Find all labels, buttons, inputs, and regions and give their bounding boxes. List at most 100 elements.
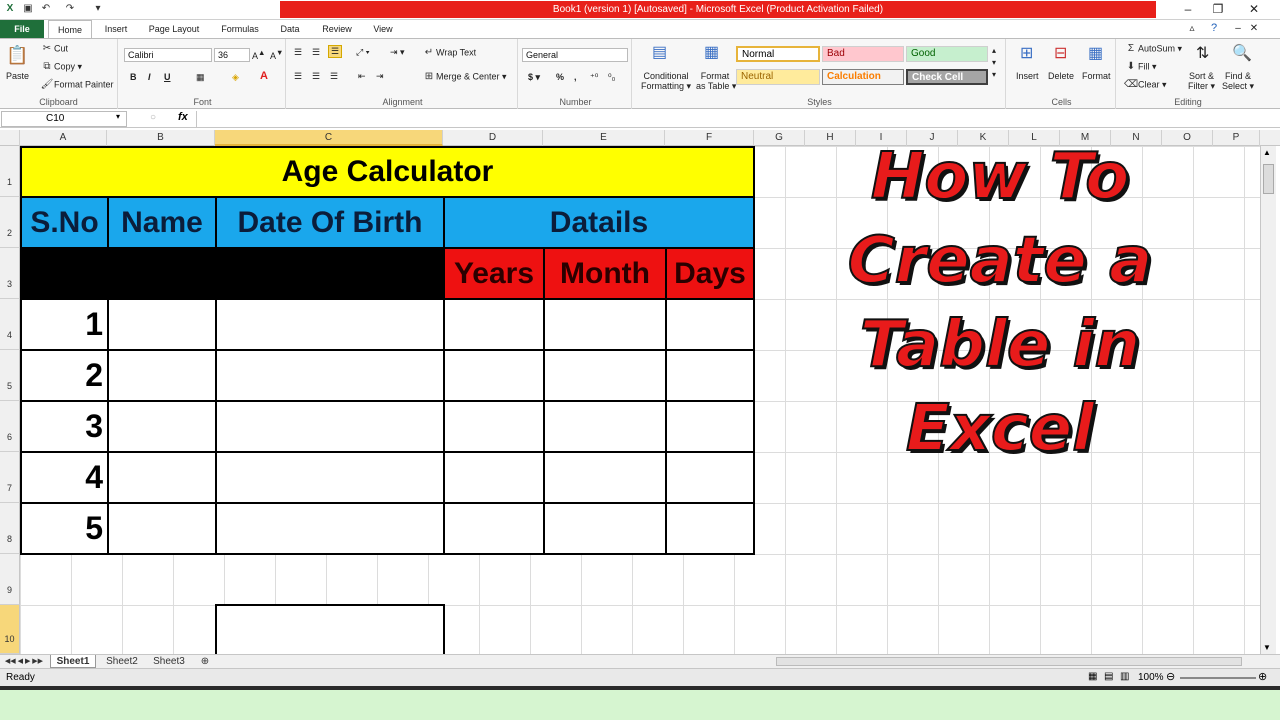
style-neutral[interactable]: Neutral (736, 69, 820, 85)
dob-cell[interactable] (215, 298, 445, 351)
years-cell[interactable] (443, 349, 545, 402)
align-left-icon[interactable]: ☰ (294, 71, 302, 82)
decrease-decimal-icon[interactable]: ⁰₀ (608, 72, 615, 83)
comma-icon[interactable]: , (574, 72, 577, 82)
col-header-l[interactable]: L (1009, 130, 1060, 146)
indent-icon[interactable]: ⇥ ▾ (390, 47, 405, 58)
col-header-e[interactable]: E (543, 130, 665, 146)
name-cell[interactable] (107, 451, 217, 504)
col-header-j[interactable]: J (907, 130, 958, 146)
header-dob-cell[interactable]: Date Of Birth (215, 196, 445, 249)
sno-cell[interactable]: 5 (20, 502, 109, 555)
scroll-down-icon[interactable]: ▼ (1263, 643, 1271, 652)
header-years-cell[interactable]: Years (443, 247, 545, 300)
styles-scroll-icon[interactable]: ▴ ▾ ▾ (992, 45, 996, 81)
zoom-in-icon[interactable]: ⊕ (1258, 670, 1267, 683)
normal-view-icon[interactable]: ▦ (1088, 671, 1097, 682)
col-header-o[interactable]: O (1162, 130, 1213, 146)
row-header-5[interactable]: 5 (0, 350, 20, 401)
page-break-view-icon[interactable]: ▥ (1120, 671, 1129, 682)
month-cell[interactable] (543, 502, 667, 555)
month-cell[interactable] (543, 451, 667, 504)
middle-align-icon[interactable]: ☰ (312, 47, 320, 58)
redo-icon[interactable]: ↷ (64, 3, 76, 15)
style-good[interactable]: Good (906, 46, 988, 62)
merge-center-button[interactable]: ⊞ Merge & Center ▾ (422, 71, 507, 83)
name-cell[interactable] (107, 400, 217, 453)
format-as-table-button[interactable]: Format as Table ▾ (696, 71, 736, 92)
minimize-icon[interactable]: – (1176, 1, 1200, 18)
row-header-4[interactable]: 4 (0, 299, 20, 350)
row-header-2[interactable]: 2 (0, 197, 20, 248)
undo-icon[interactable]: ↶ (40, 3, 52, 15)
dob-cell[interactable] (215, 400, 445, 453)
days-cell[interactable] (665, 298, 755, 351)
font-name-select[interactable]: Calibri (124, 48, 212, 62)
dob-cell[interactable] (215, 451, 445, 504)
fill-button[interactable]: ⬇ Fill ▾ (1124, 61, 1157, 73)
vertical-scroll-thumb[interactable] (1263, 164, 1274, 194)
save-icon[interactable]: ▣ (22, 3, 34, 15)
vertical-scrollbar[interactable]: ▲ ▼ (1260, 146, 1276, 654)
years-cell[interactable] (443, 502, 545, 555)
copy-button[interactable]: ⧉ Copy ▾ (40, 61, 82, 73)
header-sno-cell[interactable]: S.No (20, 196, 109, 249)
dob-cell[interactable] (215, 502, 445, 555)
col-header-c[interactable]: C (215, 130, 443, 146)
format-button[interactable]: Format (1082, 71, 1111, 81)
format-painter-button[interactable]: 🖌Format Painter (40, 79, 114, 91)
sno-cell[interactable]: 3 (20, 400, 109, 453)
restore-icon[interactable]: ❐ (1206, 1, 1230, 18)
page-layout-view-icon[interactable]: ▤ (1104, 671, 1113, 682)
row-header-1[interactable]: 1 (0, 146, 20, 197)
bold-icon[interactable]: B (130, 72, 137, 82)
name-box-dropdown-icon[interactable]: ▾ (116, 112, 120, 121)
zoom-slider[interactable] (1180, 677, 1256, 679)
wrap-text-button[interactable]: ↵ Wrap Text (422, 47, 476, 59)
conditional-formatting-icon[interactable]: ▤ (652, 42, 667, 62)
tab-formulas[interactable]: Formulas (214, 20, 266, 38)
month-cell[interactable] (543, 400, 667, 453)
format-as-table-icon[interactable]: ▦ (704, 42, 719, 62)
fill-color-icon[interactable]: ◈ (232, 72, 239, 83)
days-cell[interactable] (665, 349, 755, 402)
style-check-cell[interactable]: Check Cell (906, 69, 988, 85)
row-header-3[interactable]: 3 (0, 248, 20, 299)
help-icon[interactable]: ? (1202, 20, 1226, 37)
top-align-icon[interactable]: ☰ (294, 47, 302, 58)
days-cell[interactable] (665, 451, 755, 504)
paste-button[interactable]: Paste (6, 71, 29, 81)
sort-filter-button[interactable]: Sort & Filter ▾ (1188, 71, 1215, 92)
name-cell[interactable] (107, 502, 217, 555)
insert-button[interactable]: Insert (1016, 71, 1039, 81)
close-icon[interactable]: ✕ (1242, 1, 1266, 18)
years-cell[interactable] (443, 451, 545, 504)
cancel-entry-icon[interactable]: ○ (150, 112, 156, 123)
paste-icon[interactable]: 📋 (6, 45, 28, 66)
name-box[interactable]: C10 (1, 111, 127, 127)
col-header-h[interactable]: H (805, 130, 856, 146)
col-header-d[interactable]: D (443, 130, 543, 146)
font-size-select[interactable]: 36 (214, 48, 250, 62)
decrease-indent-icon[interactable]: ⇤ (358, 71, 366, 82)
increase-decimal-icon[interactable]: ⁺⁰ (590, 72, 598, 83)
increase-indent-icon[interactable]: ⇥ (376, 71, 384, 82)
selected-cell-c10[interactable] (215, 604, 445, 654)
insert-sheet-icon[interactable]: ⊕ (196, 655, 214, 668)
years-cell[interactable] (443, 298, 545, 351)
sheet-tab-1[interactable]: Sheet1 (50, 655, 96, 668)
days-cell[interactable] (665, 400, 755, 453)
col-header-m[interactable]: M (1060, 130, 1111, 146)
currency-icon[interactable]: $ ▾ (528, 72, 540, 83)
font-color-icon[interactable]: A (260, 70, 268, 82)
table-title-cell[interactable]: Age Calculator (20, 146, 755, 198)
grow-font-icon[interactable]: A▲ (252, 48, 265, 61)
col-header-a[interactable]: A (20, 130, 107, 146)
find-select-button[interactable]: Find & Select ▾ (1222, 71, 1254, 92)
tab-view[interactable]: View (366, 20, 400, 38)
header-name-cell[interactable]: Name (107, 196, 217, 249)
style-bad[interactable]: Bad (822, 46, 904, 62)
row-header-9[interactable]: 9 (0, 554, 20, 605)
formula-input[interactable] (196, 111, 1278, 127)
style-calculation[interactable]: Calculation (822, 69, 904, 85)
